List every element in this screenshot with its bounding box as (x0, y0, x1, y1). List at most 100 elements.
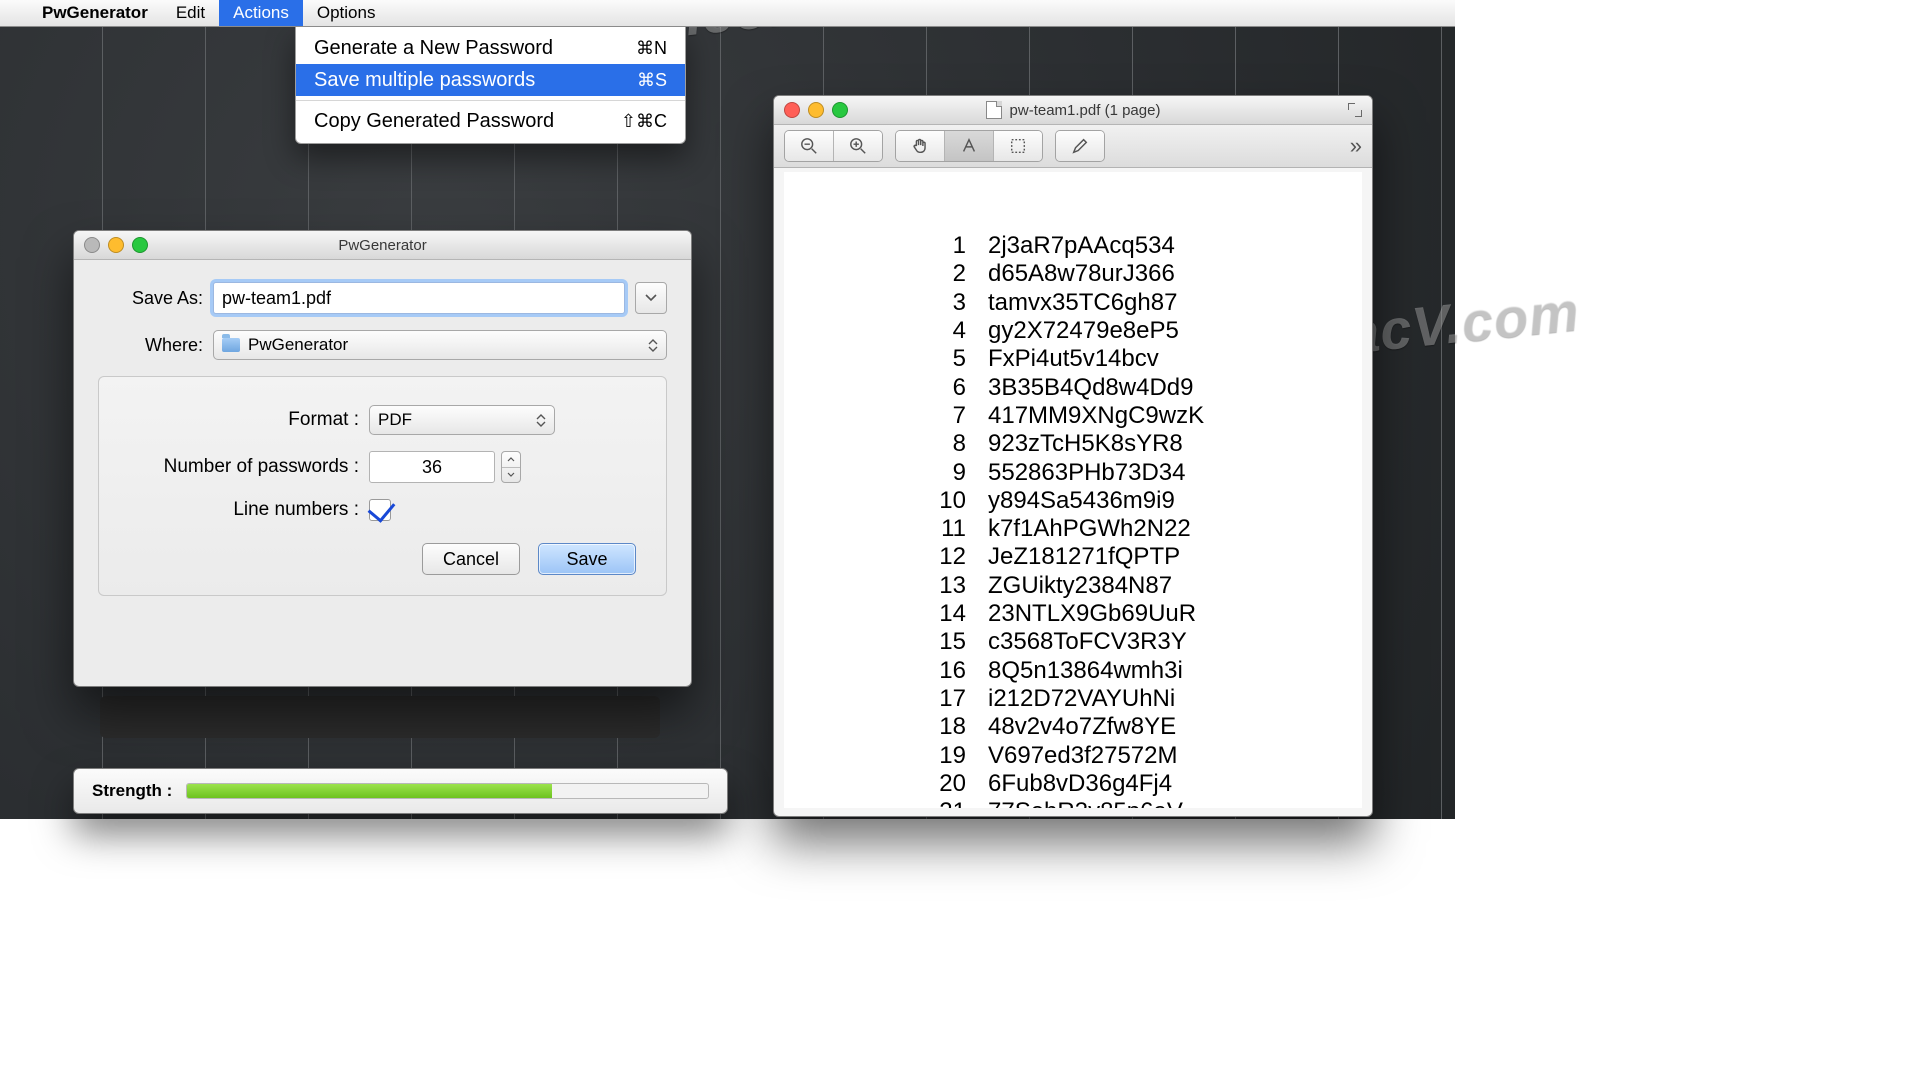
minimize-traffic-icon[interactable] (808, 102, 824, 118)
strength-meter-fill (187, 784, 552, 798)
popup-arrows-icon (646, 334, 660, 356)
password-text: k7f1AhPGWh2N22 (988, 515, 1191, 543)
save-button[interactable]: Save (538, 543, 636, 575)
password-line-number: 20 (924, 770, 966, 798)
marquee-icon (1009, 137, 1027, 155)
password-text: d65A8w78urJ366 (988, 260, 1175, 288)
password-line-number: 10 (924, 487, 966, 515)
password-text: tamvx35TC6gh87 (988, 289, 1177, 317)
preview-toolbar: » (774, 125, 1372, 168)
fullscreen-icon[interactable] (1348, 103, 1362, 117)
apple-menu[interactable] (0, 0, 28, 26)
chevron-down-icon (645, 294, 657, 302)
password-line-number: 19 (924, 742, 966, 770)
menu-item-shortcut: ⌘N (636, 38, 667, 59)
cancel-button[interactable]: Cancel (422, 543, 520, 575)
format-label: Format : (129, 409, 369, 431)
password-line-number: 15 (924, 628, 966, 656)
password-text: 77SehR3v85p6aV (988, 798, 1183, 808)
annotate-button[interactable] (1056, 131, 1104, 161)
password-row: 17i212D72VAYUhNi (924, 685, 1204, 713)
password-line-number: 3 (924, 289, 966, 317)
stepper-down-icon[interactable] (502, 467, 520, 483)
password-row: 19V697ed3f27572M (924, 742, 1204, 770)
save-dialog-title: PwGenerator (338, 237, 426, 254)
text-select-tool-button[interactable] (944, 131, 993, 161)
password-line-number: 4 (924, 317, 966, 345)
format-popup[interactable]: PDF (369, 405, 555, 435)
menu-options[interactable]: Options (303, 0, 390, 26)
rect-select-tool-button[interactable] (993, 131, 1042, 161)
format-value: PDF (378, 410, 412, 430)
save-dialog-titlebar[interactable]: PwGenerator (74, 231, 691, 260)
password-row: 13ZGUikty2384N87 (924, 572, 1204, 600)
hand-icon (911, 137, 929, 155)
preview-titlebar[interactable]: pw-team1.pdf (1 page) (774, 96, 1372, 125)
zoom-in-button[interactable] (833, 131, 882, 161)
password-line-number: 11 (924, 515, 966, 543)
password-text: ZGUikty2384N87 (988, 572, 1172, 600)
count-stepper[interactable] (501, 451, 521, 483)
password-line-number: 16 (924, 657, 966, 685)
password-line-number: 21 (924, 798, 966, 808)
password-line-number: 9 (924, 459, 966, 487)
minimize-traffic-icon[interactable] (108, 237, 124, 253)
stepper-up-icon[interactable] (502, 452, 520, 467)
menu-item-copy-password[interactable]: Copy Generated Password ⇧⌘C (296, 105, 685, 137)
password-row: 1423NTLX9Gb69UuR (924, 600, 1204, 628)
menu-item-generate-password[interactable]: Generate a New Password ⌘N (296, 32, 685, 64)
password-text: FxPi4ut5v14bcv (988, 345, 1159, 373)
save-options-panel: Format : PDF Number of passwords : (98, 376, 667, 596)
password-row: 2d65A8w78urJ366 (924, 260, 1204, 288)
password-line-number: 12 (924, 543, 966, 571)
count-input[interactable] (369, 451, 495, 483)
close-traffic-icon[interactable] (784, 102, 800, 118)
menu-app-name[interactable]: PwGenerator (28, 0, 162, 26)
save-dialog-window: PwGenerator Save As: Where: PwGenerator (73, 230, 692, 687)
password-list: 12j3aR7pAAcq5342d65A8w78urJ3663tamvx35TC… (924, 232, 1204, 808)
count-label: Number of passwords : (129, 456, 369, 478)
menu-item-label: Copy Generated Password (314, 110, 554, 133)
password-row: 16 8Q5n13864wmh3i (924, 657, 1204, 685)
menu-edit[interactable]: Edit (162, 0, 219, 26)
preview-title: pw-team1.pdf (1 page) (1010, 102, 1161, 119)
password-row: 9 552863PHb73D34 (924, 459, 1204, 487)
zoom-out-button[interactable] (785, 131, 833, 161)
save-as-input[interactable] (213, 282, 625, 314)
popup-arrows-icon (534, 409, 548, 431)
where-value: PwGenerator (248, 335, 348, 355)
settings-panel-ghost (100, 696, 660, 738)
password-line-number: 8 (924, 430, 966, 458)
password-text: 552863PHb73D34 (988, 459, 1186, 487)
close-traffic-icon[interactable] (84, 237, 100, 253)
menu-actions[interactable]: Actions (219, 0, 303, 26)
password-text: 8Q5n13864wmh3i (988, 657, 1183, 685)
menu-bar: PwGenerator Edit Actions Options (0, 0, 1455, 27)
password-text: 923zTcH5K8sYR8 (988, 430, 1183, 458)
password-line-number: 6 (924, 374, 966, 402)
strength-bar-panel: Strength : (73, 768, 728, 814)
password-text: y894Sa5436m9i9 (988, 487, 1175, 515)
menu-item-save-multiple[interactable]: Save multiple passwords ⌘S (296, 64, 685, 96)
password-line-number: 17 (924, 685, 966, 713)
pdf-page[interactable]: 12j3aR7pAAcq5342d65A8w78urJ3663tamvx35TC… (784, 172, 1362, 808)
menu-separator (296, 100, 685, 101)
strength-meter (186, 783, 709, 799)
where-label: Where: (98, 335, 213, 356)
expand-save-panel-button[interactable] (635, 282, 667, 314)
password-row: 5FxPi4ut5v14bcv (924, 345, 1204, 373)
zoom-traffic-icon[interactable] (832, 102, 848, 118)
text-select-icon (960, 137, 978, 155)
move-tool-button[interactable] (896, 131, 944, 161)
password-text: gy2X72479e8eP5 (988, 317, 1179, 345)
password-row: 15 c3568ToFCV3R3Y (924, 628, 1204, 656)
toolbar-overflow-button[interactable]: » (1350, 133, 1362, 159)
password-row: 206Fub8vD36g4Fj4 (924, 770, 1204, 798)
where-popup[interactable]: PwGenerator (213, 330, 667, 360)
password-text: c3568ToFCV3R3Y (988, 628, 1187, 656)
password-text: 3B35B4Qd8w4Dd9 (988, 374, 1193, 402)
zoom-traffic-icon[interactable] (132, 237, 148, 253)
password-row: 1848v2v4o7Zfw8YE (924, 713, 1204, 741)
line-numbers-checkbox[interactable] (369, 499, 391, 521)
zoom-in-icon (849, 137, 867, 155)
